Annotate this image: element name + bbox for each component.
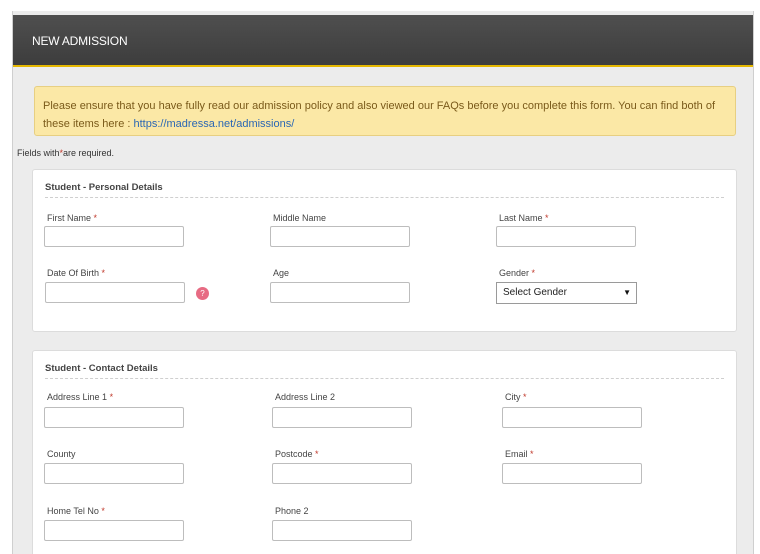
phone2-label: Phone 2	[275, 506, 309, 516]
email-label: Email *	[505, 449, 534, 459]
dob-label: Date Of Birth *	[47, 268, 106, 278]
gender-select-value: Select Gender	[503, 287, 567, 298]
postcode-input[interactable]	[272, 463, 412, 484]
fields-note-prefix: Fields with	[17, 148, 60, 158]
dropdown-arrow-icon: ▼	[623, 288, 631, 297]
address2-input[interactable]	[272, 407, 412, 428]
header-bar: NEW ADMISSION	[13, 15, 753, 67]
last-name-label: Last Name *	[499, 213, 549, 223]
address1-label: Address Line 1 *	[47, 392, 114, 402]
page-title: NEW ADMISSION	[32, 34, 128, 48]
first-name-label: First Name *	[47, 213, 98, 223]
required-fields-note: Fields with*are required.	[17, 148, 114, 158]
contact-details-title: Student - Contact Details	[45, 363, 158, 374]
last-name-input[interactable]	[496, 226, 636, 247]
county-label: County	[47, 449, 76, 459]
middle-name-label: Middle Name	[273, 213, 327, 223]
city-input[interactable]	[502, 407, 642, 428]
age-input[interactable]	[270, 282, 410, 303]
gender-select[interactable]: Select Gender ▼	[496, 282, 637, 304]
home-tel-input[interactable]	[44, 520, 184, 541]
panel-divider	[45, 197, 724, 198]
address1-input[interactable]	[44, 407, 184, 428]
middle-name-input[interactable]	[270, 226, 410, 247]
dob-input[interactable]	[45, 282, 185, 303]
county-input[interactable]	[44, 463, 184, 484]
contact-details-panel: Student - Contact Details Address Line 1…	[32, 350, 737, 554]
personal-details-panel: Student - Personal Details First Name * …	[32, 169, 737, 332]
fields-note-suffix: are required.	[63, 148, 115, 158]
phone2-input[interactable]	[272, 520, 412, 541]
personal-details-title: Student - Personal Details	[45, 182, 163, 193]
first-name-input[interactable]	[44, 226, 184, 247]
admissions-link[interactable]: https://madressa.net/admissions/	[134, 118, 295, 130]
postcode-label: Postcode *	[275, 449, 319, 459]
help-icon[interactable]: ?	[196, 287, 209, 300]
admission-notice: Please ensure that you have fully read o…	[34, 86, 736, 136]
page-frame: NEW ADMISSION Please ensure that you hav…	[12, 11, 754, 554]
address2-label: Address Line 2	[275, 392, 336, 402]
panel-divider	[45, 378, 724, 379]
age-label: Age	[273, 268, 290, 278]
gender-label: Gender *	[499, 268, 536, 278]
home-tel-label: Home Tel No *	[47, 506, 105, 516]
email-input[interactable]	[502, 463, 642, 484]
city-label: City *	[505, 392, 527, 402]
